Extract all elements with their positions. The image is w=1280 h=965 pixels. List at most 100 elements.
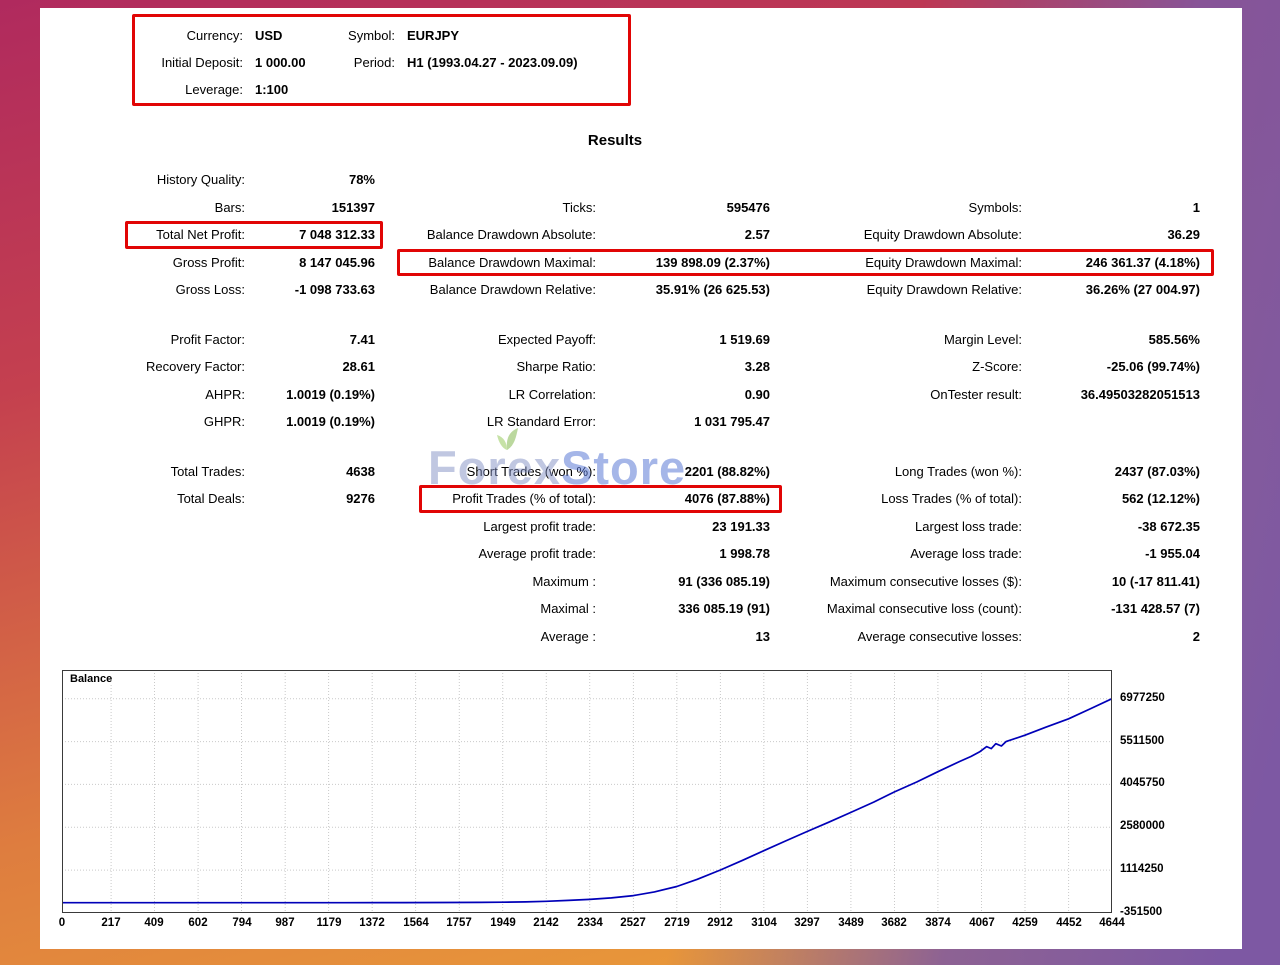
stat-value: 151397 [245, 200, 375, 215]
stat-value: 336 085.19 (91) [596, 601, 770, 616]
y-tick-label: 2580000 [1120, 820, 1165, 832]
stat-label: Equity Drawdown Maximal: [805, 255, 1022, 270]
stat-label: Balance Drawdown Maximal: [400, 255, 596, 270]
stat-value: 139 898.09 (2.37%) [596, 255, 770, 270]
stat-label: Long Trades (won %): [805, 464, 1022, 479]
period-row: Period: H1 (1993.04.27 - 2023.09.09) [347, 49, 578, 76]
period-label: Period: [347, 55, 395, 70]
stat-value: 595476 [596, 200, 770, 215]
stat-cell: Total Net Profit:7 048 312.33 [130, 221, 375, 249]
x-tick-label: 1564 [394, 917, 438, 929]
stat-cell: Gross Profit:8 147 045.96 [130, 249, 375, 277]
stat-row: History Quality:78% [130, 166, 1200, 194]
stat-cell [130, 568, 375, 596]
stat-row: Profit Factor:7.41Expected Payoff:1 519.… [130, 326, 1200, 354]
stat-cell: AHPR:1.0019 (0.19%) [130, 381, 375, 409]
y-tick-label: 1114250 [1120, 863, 1164, 875]
stat-cell: Recovery Factor:28.61 [130, 353, 375, 381]
stat-cell: Maximal consecutive loss (count):-131 42… [770, 595, 1200, 623]
stat-value: 2.57 [596, 227, 770, 242]
stat-cell: Symbols:1 [770, 194, 1200, 222]
chart-x-axis: 0217409602794987117913721564175719492142… [62, 917, 1112, 933]
currency-label: Currency: [143, 28, 243, 43]
stat-label: Gross Profit: [130, 255, 245, 270]
stat-label: Expected Payoff: [400, 332, 596, 347]
stat-row: Average profit trade:1 998.78 Average los… [130, 540, 1200, 568]
x-tick-label: 4644 [1090, 917, 1134, 929]
stat-cell [375, 166, 770, 194]
stat-cell [770, 408, 1200, 436]
stat-cell: History Quality:78% [130, 166, 375, 194]
stat-label: Equity Drawdown Absolute: [805, 227, 1022, 242]
stat-value: 36.29 [1022, 227, 1200, 242]
x-tick-label: 3297 [785, 917, 829, 929]
stat-value: -1 098 733.63 [245, 282, 375, 297]
stat-row: Maximal :336 085.19 (91)Maximal consecut… [130, 595, 1200, 623]
stat-value: 28.61 [245, 359, 375, 374]
x-tick-label: 0 [40, 917, 84, 929]
stat-label: Balance Drawdown Absolute: [400, 227, 596, 242]
symbol-row: Symbol: EURJPY [347, 22, 578, 49]
stat-row: Largest profit trade:23 191.33 Largest lo… [130, 513, 1200, 541]
stat-value: 9276 [245, 491, 375, 506]
stat-label: Balance Drawdown Relative: [400, 282, 596, 297]
stat-row: Gross Loss:-1 098 733.63Balance Drawdown… [130, 276, 1200, 304]
stat-cell: Maximum :91 (336 085.19) [375, 568, 770, 596]
x-tick-label: 2527 [611, 917, 655, 929]
stat-cell: Expected Payoff:1 519.69 [375, 326, 770, 354]
x-tick-label: 1372 [350, 917, 394, 929]
currency-row: Currency: USD [143, 22, 306, 49]
stat-label: Average profit trade: [400, 546, 596, 561]
stat-value: 1.0019 (0.19%) [245, 387, 375, 402]
stat-value: 1 519.69 [596, 332, 770, 347]
stat-cell: Balance Drawdown Absolute:2.57 [375, 221, 770, 249]
stat-value: 1 998.78 [596, 546, 770, 561]
stat-label: Symbols: [805, 200, 1022, 215]
stat-label: Largest loss trade: [805, 519, 1022, 534]
stat-label: Total Net Profit: [130, 227, 245, 242]
stat-row: Total Trades:4638Short Trades (won %):22… [130, 458, 1200, 486]
x-tick-label: 1757 [437, 917, 481, 929]
stat-cell: Largest profit trade:23 191.33 [375, 513, 770, 541]
x-tick-label: 2334 [568, 917, 612, 929]
stat-row: Recovery Factor:28.61Sharpe Ratio:3.28Z-… [130, 353, 1200, 381]
x-tick-label: 794 [220, 917, 264, 929]
stat-label: GHPR: [130, 414, 245, 429]
stat-cell: Ticks:595476 [375, 194, 770, 222]
stat-label: Maximum consecutive losses ($): [805, 574, 1022, 589]
stat-value: 36.26% (27 004.97) [1022, 282, 1200, 297]
stat-row: Gross Profit:8 147 045.96Balance Drawdow… [130, 249, 1200, 277]
balance-chart [62, 670, 1112, 913]
stat-cell: Bars:151397 [130, 194, 375, 222]
stat-label: Recovery Factor: [130, 359, 245, 374]
stat-cell: Balance Drawdown Maximal:139 898.09 (2.3… [375, 249, 770, 277]
stat-row: Average :13Average consecutive losses:2 [130, 623, 1200, 651]
x-tick-label: 4067 [960, 917, 1004, 929]
symbol-label: Symbol: [347, 28, 395, 43]
leverage-label: Leverage: [143, 82, 243, 97]
stat-value: -38 672.35 [1022, 519, 1200, 534]
stat-value: 7.41 [245, 332, 375, 347]
leverage-row: Leverage: 1:100 [143, 76, 306, 103]
stat-cell: Equity Drawdown Maximal:246 361.37 (4.18… [770, 249, 1200, 277]
stat-cell [130, 540, 375, 568]
stat-label: Margin Level: [805, 332, 1022, 347]
stat-value: 13 [596, 629, 770, 644]
stat-label: Average loss trade: [805, 546, 1022, 561]
currency-value: USD [255, 28, 282, 43]
stat-value: 562 (12.12%) [1022, 491, 1200, 506]
stat-row: GHPR:1.0019 (0.19%)LR Standard Error:1 0… [130, 408, 1200, 436]
results-title: Results [40, 132, 1190, 149]
stat-value: 91 (336 085.19) [596, 574, 770, 589]
y-tick-label: 5511500 [1120, 735, 1164, 747]
stat-value: 246 361.37 (4.18%) [1022, 255, 1200, 270]
stat-cell [130, 513, 375, 541]
stat-cell: Gross Loss:-1 098 733.63 [130, 276, 375, 304]
stat-cell: Profit Trades (% of total):4076 (87.88%) [375, 485, 770, 513]
initial-deposit-label: Initial Deposit: [143, 55, 243, 70]
stat-label: History Quality: [130, 172, 245, 187]
stat-cell: Balance Drawdown Relative:35.91% (26 625… [375, 276, 770, 304]
report-page: Currency: USD Initial Deposit: 1 000.00 … [40, 8, 1242, 949]
stat-cell: Average :13 [375, 623, 770, 651]
stat-label: Average : [400, 629, 596, 644]
